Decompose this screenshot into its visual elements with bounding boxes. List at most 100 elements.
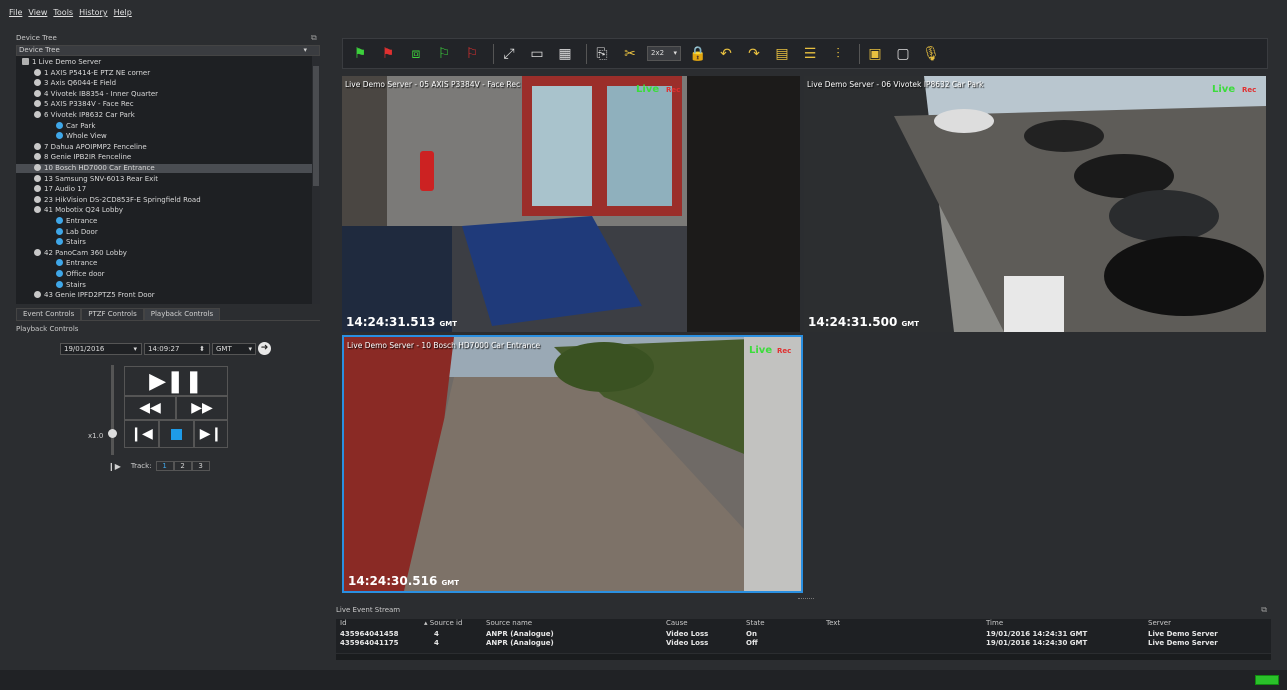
- flag-red-icon[interactable]: ⚑: [377, 43, 399, 65]
- flag-green-icon[interactable]: ⚑: [349, 43, 371, 65]
- play-pause-button[interactable]: ▶❚❚: [124, 366, 228, 396]
- tree-node[interactable]: Stairs: [16, 238, 312, 247]
- menu-help[interactable]: Help: [114, 8, 132, 22]
- date-picker[interactable]: 19/01/2016 ▾: [60, 343, 142, 355]
- flag-red-end-icon[interactable]: ⚐: [461, 43, 483, 65]
- rewind-button[interactable]: ◀◀: [124, 396, 176, 420]
- tab-playback-controls[interactable]: Playback Controls: [143, 308, 221, 320]
- timestamp-value: 14:24:30.516: [348, 574, 438, 588]
- tree-node[interactable]: 10 Bosch HD7000 Car Entrance: [16, 164, 312, 173]
- tab-event-controls[interactable]: Event Controls: [16, 308, 82, 320]
- time-spinner[interactable]: 14:09:27 ⬍: [144, 343, 210, 355]
- stop-button[interactable]: [159, 420, 194, 448]
- export-icon[interactable]: ⎘: [591, 43, 613, 65]
- track-3-button[interactable]: 3: [191, 461, 210, 471]
- menu-history[interactable]: History: [79, 8, 107, 22]
- tree-node[interactable]: Entrance: [16, 259, 312, 268]
- mixer-icon[interactable]: ⫶: [827, 43, 849, 65]
- skip-start-button[interactable]: ❙◀: [124, 420, 159, 448]
- monitor-icon[interactable]: ▭: [526, 43, 548, 65]
- menu-tools[interactable]: Tools: [53, 8, 73, 22]
- lock-icon[interactable]: 🔒: [687, 43, 709, 65]
- tree-node[interactable]: Office door: [16, 270, 312, 279]
- tree-node[interactable]: 1 Live Demo Server: [16, 58, 312, 67]
- network-icon[interactable]: ⧈: [405, 43, 427, 65]
- blank-screen-icon[interactable]: ▢: [892, 43, 914, 65]
- column-header-state[interactable]: State: [746, 619, 765, 627]
- layout-grid-select[interactable]: 2x2 ▾: [647, 46, 681, 61]
- skip-end-button[interactable]: ▶❙: [194, 420, 228, 448]
- column-header-time[interactable]: Time: [986, 619, 1003, 627]
- column-header-server[interactable]: Server: [1148, 619, 1171, 627]
- tree-node[interactable]: 17 Audio 17: [16, 185, 312, 194]
- tree-node[interactable]: Entrance: [16, 217, 312, 226]
- tree-node[interactable]: 43 Genie IPFD2PTZ5 Front Door: [16, 291, 312, 300]
- microphone-icon[interactable]: 🎙: [920, 43, 942, 65]
- column-header-id[interactable]: Id: [340, 619, 347, 627]
- dock-float-icon[interactable]: ⧉: [1261, 605, 1267, 615]
- flag-green-start-icon[interactable]: ⚐: [433, 43, 455, 65]
- video-tile-car-entrance[interactable]: Live Demo Server - 10 Bosch HD7000 Car E…: [342, 335, 803, 593]
- tree-node[interactable]: Stairs: [16, 280, 312, 290]
- tree-node[interactable]: 3 Axis Q6044-E Field: [16, 79, 312, 88]
- dock-float-icon[interactable]: ⧉: [311, 33, 317, 43]
- clapper-icon[interactable]: ✂: [619, 43, 641, 65]
- frame-step-icon[interactable]: ❙▶: [108, 462, 121, 471]
- tree-node[interactable]: 13 Samsung SNV-6013 Rear Exit: [16, 174, 312, 184]
- tree-node[interactable]: 5 AXIS P3384V - Face Rec: [16, 100, 312, 109]
- tree-node[interactable]: 41 Mobotix Q24 Lobby: [16, 206, 312, 215]
- undo-arrow-icon[interactable]: ↶: [715, 43, 737, 65]
- speed-slider-handle[interactable]: [108, 429, 117, 438]
- tree-node[interactable]: 1 AXIS P5414-E PTZ NE corner: [16, 68, 312, 78]
- tree-node-label: 5 AXIS P3384V - Face Rec: [44, 100, 134, 109]
- menu-file[interactable]: File: [9, 8, 22, 22]
- toolbar-separator: [586, 43, 587, 64]
- tree-node[interactable]: 6 Vivotek IP8632 Car Park: [16, 111, 312, 120]
- camera-icon: [34, 206, 41, 214]
- tab-ptzf-controls[interactable]: PTZF Controls: [81, 308, 144, 320]
- tree-node-label: Stairs: [66, 280, 86, 289]
- toolbar-separator: [493, 43, 494, 64]
- column-header-source-name[interactable]: Source name: [486, 619, 532, 627]
- main-toolbar: ⚑ ⚑ ⧈ ⚐ ⚐ ⤢ ▭ ▦ ⎘ ✂ 2x2 ▾ 🔒 ↶ ↷ ▤ ☰ ⫶ ▣ …: [342, 38, 1268, 69]
- tree-node[interactable]: 7 Dahua APOIPMP2 Fenceline: [16, 142, 312, 152]
- tree-node[interactable]: 23 HikVision DS-2CD853F-E Springfield Ro…: [16, 195, 312, 205]
- tree-node[interactable]: 42 PanoCam 360 Lobby: [16, 248, 312, 258]
- tree-node-label: 1 Live Demo Server: [32, 58, 102, 66]
- go-arrow-icon[interactable]: ➜: [258, 342, 271, 355]
- scrollbar-thumb[interactable]: [313, 66, 319, 186]
- column-header-source-id[interactable]: ▴ Source id: [424, 619, 462, 627]
- tree-node[interactable]: 4 Vivotek IB8354 - Inner Quarter: [16, 89, 312, 99]
- table-row[interactable]: 435964041458 4 ANPR (Analogue) Video Los…: [336, 630, 1271, 639]
- video-tile-face-rec[interactable]: Live Demo Server - 05 AXIS P3384V - Face…: [342, 76, 800, 332]
- fullscreen-icon[interactable]: ⤢: [498, 43, 520, 65]
- menu-view[interactable]: View: [28, 8, 47, 22]
- empty-video-tile[interactable]: [804, 335, 1266, 593]
- column-header-text[interactable]: Text: [826, 619, 840, 627]
- tree-node[interactable]: 8 Genie IPB2IR Fenceline: [16, 153, 312, 162]
- timestamp-timezone: GMT: [439, 320, 458, 328]
- track-1-button[interactable]: 1: [155, 461, 174, 471]
- device-tree-scrollbar[interactable]: [312, 56, 320, 304]
- skip-end-icon: ▶❙: [199, 426, 223, 442]
- tree-node[interactable]: Lab Door: [16, 227, 312, 237]
- salvo-icon[interactable]: ▤: [771, 43, 793, 65]
- horizontal-scrollbar[interactable]: [336, 654, 1271, 660]
- column-header-cause[interactable]: Cause: [666, 619, 688, 627]
- tree-node[interactable]: Whole View: [16, 132, 312, 141]
- speed-slider[interactable]: [111, 365, 114, 455]
- fast-forward-button[interactable]: ▶▶: [176, 396, 228, 420]
- device-tree-selector[interactable]: Device Tree ▾: [16, 45, 320, 56]
- snapshot-grid-icon[interactable]: ▦: [554, 43, 576, 65]
- track-2-button[interactable]: 2: [173, 461, 192, 471]
- column-header-source-id-label: Source id: [429, 619, 463, 627]
- timezone-select[interactable]: GMT ▾: [212, 343, 256, 355]
- splitter-handle[interactable]: [798, 598, 814, 601]
- video-tile-car-park[interactable]: Live Demo Server - 06 Vivotek IP8632 Car…: [804, 76, 1266, 332]
- table-row[interactable]: 435964041175 4 ANPR (Analogue) Video Los…: [336, 639, 1271, 648]
- display-icon[interactable]: ▣: [864, 43, 886, 65]
- tree-node-label: 43 Genie IPFD2PTZ5 Front Door: [44, 291, 155, 300]
- tree-node[interactable]: Car Park: [16, 121, 312, 131]
- redo-arrow-icon[interactable]: ↷: [743, 43, 765, 65]
- sequence-icon[interactable]: ☰: [799, 43, 821, 65]
